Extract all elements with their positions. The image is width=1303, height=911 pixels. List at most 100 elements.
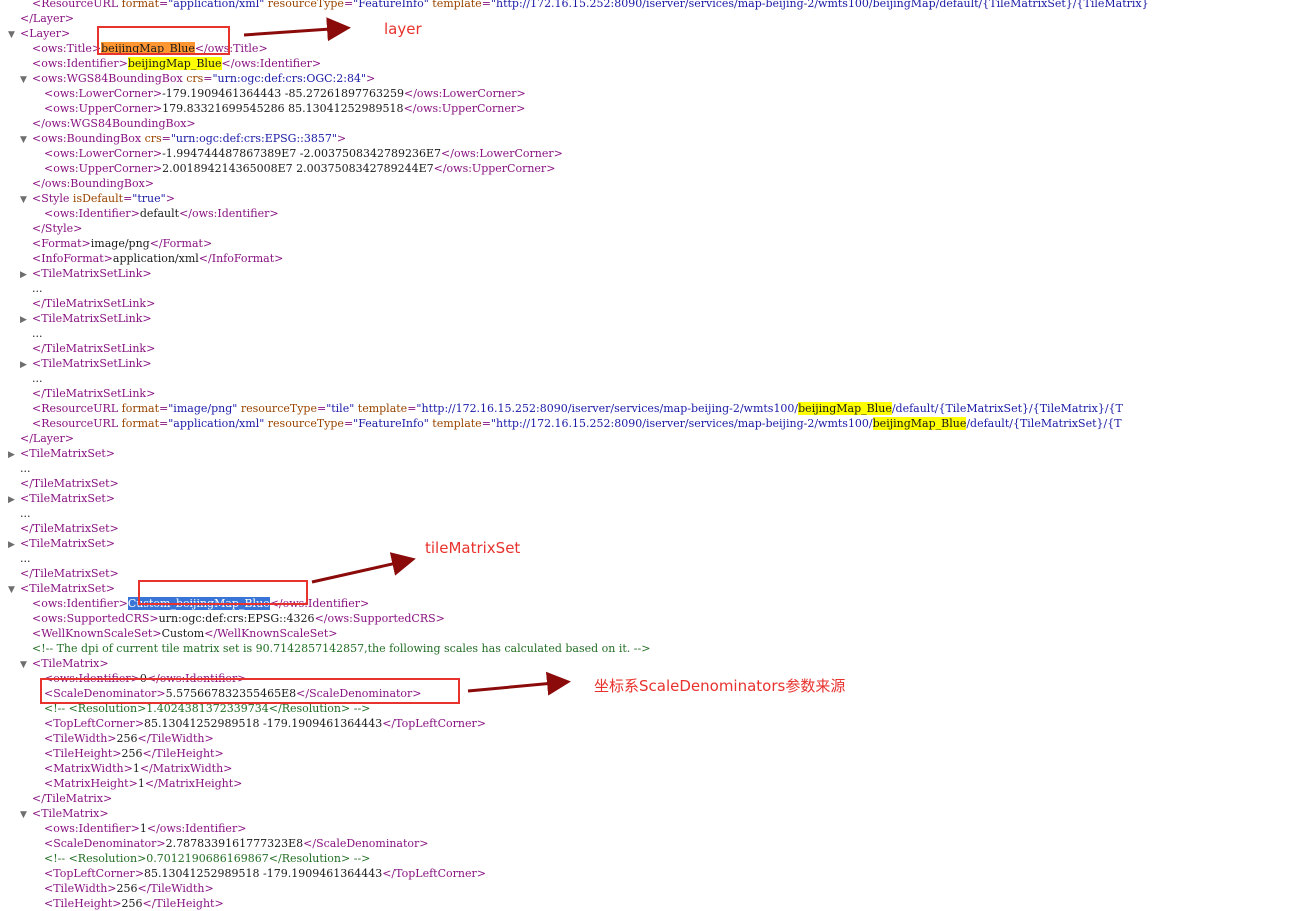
xml-text: 1 bbox=[139, 822, 147, 835]
collapse-triangle-icon[interactable]: ▼ bbox=[20, 193, 32, 208]
xml-tree-viewer: <ResourceURL format="application/xml" re… bbox=[0, 0, 1303, 910]
xml-line: <!-- <Resolution>1.4024381372339734</Res… bbox=[32, 701, 370, 716]
xml-line: <MatrixHeight>1</MatrixHeight> bbox=[32, 776, 242, 791]
xml-line: </TileMatrix> bbox=[20, 791, 112, 806]
xml-line: <TileWidth>256</TileWidth> bbox=[32, 881, 214, 896]
xml-tag: </ScaleDenominator> bbox=[296, 687, 422, 700]
xml-attribute-value: "true" bbox=[132, 192, 166, 205]
xml-text: ... bbox=[32, 372, 43, 385]
xml-attribute-value: /default/{TileMatrixSet}/{T bbox=[966, 417, 1122, 430]
xml-tag: <ResourceURL bbox=[32, 0, 122, 10]
xml-text: urn:ogc:def:crs:EPSG::4326 bbox=[158, 612, 315, 625]
xml-line: <ows:Identifier>beijingMap_Blue</ows:Ide… bbox=[20, 56, 321, 71]
xml-text: -1.994744487867389E7 -2.0037508342789236… bbox=[162, 147, 442, 160]
xml-tag: <MatrixWidth> bbox=[44, 762, 133, 775]
xml-tag: <MatrixHeight> bbox=[44, 777, 138, 790]
xml-line: </Layer> bbox=[8, 431, 74, 446]
collapse-triangle-icon[interactable]: ▼ bbox=[20, 73, 32, 88]
xml-tag: </MatrixHeight> bbox=[144, 777, 243, 790]
xml-line: <ows:SupportedCRS>urn:ogc:def:crs:EPSG::… bbox=[20, 611, 445, 626]
xml-attribute-name: crs bbox=[144, 132, 162, 145]
xml-attribute-value: "image/png" bbox=[168, 402, 238, 415]
xml-line: <InfoFormat>application/xml</InfoFormat> bbox=[20, 251, 283, 266]
layer-annotation-label: layer bbox=[384, 20, 422, 38]
xml-line: <ows:Identifier>Custom_beijingMap_Blue</… bbox=[20, 596, 369, 611]
xml-line: <!-- The dpi of current tile matrix set … bbox=[20, 641, 650, 656]
collapse-triangle-icon[interactable]: ▼ bbox=[8, 28, 20, 43]
xml-line: <ows:UpperCorner>179.83321699545286 85.1… bbox=[32, 101, 525, 116]
xml-line: </Layer> bbox=[8, 11, 74, 26]
xml-tag: <Style bbox=[32, 192, 73, 205]
xml-line: <ows:Identifier>0</ows:Identifier> bbox=[32, 671, 246, 686]
xml-tag: </ows:WGS84BoundingBox> bbox=[32, 117, 196, 130]
xml-tag: </TileMatrixSetLink> bbox=[32, 342, 156, 355]
xml-attribute-name: format bbox=[121, 402, 160, 415]
xml-text: 179.83321699545286 85.13041252989518 bbox=[162, 102, 404, 115]
search-highlight: beijingMap_Blue bbox=[127, 57, 222, 70]
collapse-triangle-icon[interactable]: ▼ bbox=[20, 658, 32, 673]
xml-attribute-value: "FeatureInfo" bbox=[353, 0, 429, 10]
xml-tag: </ows:Identifier> bbox=[146, 672, 247, 685]
xml-attribute-name: format bbox=[121, 0, 160, 10]
xml-line: </TileMatrixSetLink> bbox=[20, 386, 155, 401]
xml-tag: </TopLeftCorner> bbox=[382, 867, 486, 880]
xml-attribute-value: /default/{TileMatrixSet}/{TileMatrix}/{T bbox=[891, 402, 1123, 415]
xml-tag: </TileMatrix> bbox=[32, 792, 113, 805]
xml-text: 1 bbox=[132, 762, 140, 775]
xml-line: <ScaleDenominator>5.575667832355465E8</S… bbox=[32, 686, 422, 701]
xml-tag: > bbox=[366, 72, 376, 85]
xml-line: </ows:BoundingBox> bbox=[20, 176, 154, 191]
xml-line: ▶ <TileMatrixSet> bbox=[8, 446, 115, 461]
collapse-triangle-icon[interactable]: ▼ bbox=[8, 583, 20, 598]
selected-text: Custom_beijingMap_Blue bbox=[127, 597, 270, 610]
xml-line: ▶ <TileMatrixSet> bbox=[8, 491, 115, 506]
xml-text: 5.575667832355465E8 bbox=[165, 687, 297, 700]
xml-text: image/png bbox=[90, 237, 150, 250]
xml-tag: </Style> bbox=[32, 222, 83, 235]
xml-tag: <ResourceURL bbox=[32, 417, 122, 430]
search-highlight: beijingMap_Blue bbox=[798, 402, 892, 415]
xml-tag: <ows:UpperCorner> bbox=[44, 102, 163, 115]
xml-line: ▶ <TileMatrixSet> bbox=[8, 536, 115, 551]
xml-line: <WellKnownScaleSet>Custom</WellKnownScal… bbox=[20, 626, 337, 641]
xml-attribute-name: isDefault bbox=[72, 192, 124, 205]
xml-tag: </TileMatrixSet> bbox=[20, 567, 119, 580]
xml-tag: </ows:UpperCorner> bbox=[433, 162, 556, 175]
xml-tag: <ows:Identifier> bbox=[32, 597, 128, 610]
xml-tag: <TileWidth> bbox=[44, 882, 117, 895]
xml-attribute-value: "http://172.16.15.252:8090/iserver/servi… bbox=[490, 0, 1149, 10]
xml-tag: <ows:Identifier> bbox=[32, 57, 128, 70]
xml-tag: <TileMatrixSetLink> bbox=[32, 357, 152, 370]
xml-tag: </ows:Identifier> bbox=[269, 597, 370, 610]
xml-tag: <ows:SupportedCRS> bbox=[32, 612, 159, 625]
xml-line: </TileMatrixSet> bbox=[8, 521, 119, 536]
xml-tag: = bbox=[161, 132, 171, 145]
collapse-triangle-icon[interactable]: ▼ bbox=[20, 133, 32, 148]
xml-attribute-name: resourceType bbox=[240, 402, 317, 415]
xml-text: 85.13041252989518 -179.1909461364443 bbox=[144, 867, 383, 880]
xml-attribute-name: format bbox=[121, 417, 160, 430]
xml-text: ... bbox=[20, 462, 31, 475]
xml-attribute-value: "application/xml" bbox=[168, 0, 265, 10]
xml-tag: <ows:LowerCorner> bbox=[44, 147, 163, 160]
xml-tag: <TileWidth> bbox=[44, 732, 117, 745]
xml-text: default bbox=[139, 207, 180, 220]
xml-line: <TopLeftCorner>85.13041252989518 -179.19… bbox=[32, 716, 486, 731]
xml-comment: <!-- The dpi of current tile matrix set … bbox=[32, 642, 651, 655]
xml-attribute-value: "urn:ogc:def:crs:EPSG::3857" bbox=[170, 132, 337, 145]
xml-line: <ResourceURL format="application/xml" re… bbox=[20, 0, 1149, 11]
xml-tag: = bbox=[159, 402, 169, 415]
xml-line: <ows:UpperCorner>2.001894214365008E7 2.0… bbox=[32, 161, 555, 176]
xml-line: </TileMatrixSetLink> bbox=[20, 296, 155, 311]
xml-tag: </ows:LowerCorner> bbox=[441, 147, 563, 160]
collapse-triangle-icon[interactable]: ▼ bbox=[20, 808, 32, 823]
xml-line: <ResourceURL format="application/xml" re… bbox=[20, 416, 1122, 431]
xml-line: </TileMatrixSet> bbox=[8, 476, 119, 491]
xml-line: <Format>image/png</Format> bbox=[20, 236, 212, 251]
xml-text: 2.001894214365008E7 2.0037508342789244E7 bbox=[162, 162, 434, 175]
xml-tag: <WellKnownScaleSet> bbox=[32, 627, 162, 640]
xml-tag: <Layer> bbox=[20, 27, 71, 40]
xml-tag: <ows:WGS84BoundingBox bbox=[32, 72, 187, 85]
xml-line: ▶ <TileMatrixSetLink> bbox=[20, 311, 152, 326]
xml-line: ▶ <TileMatrixSetLink> bbox=[20, 266, 152, 281]
